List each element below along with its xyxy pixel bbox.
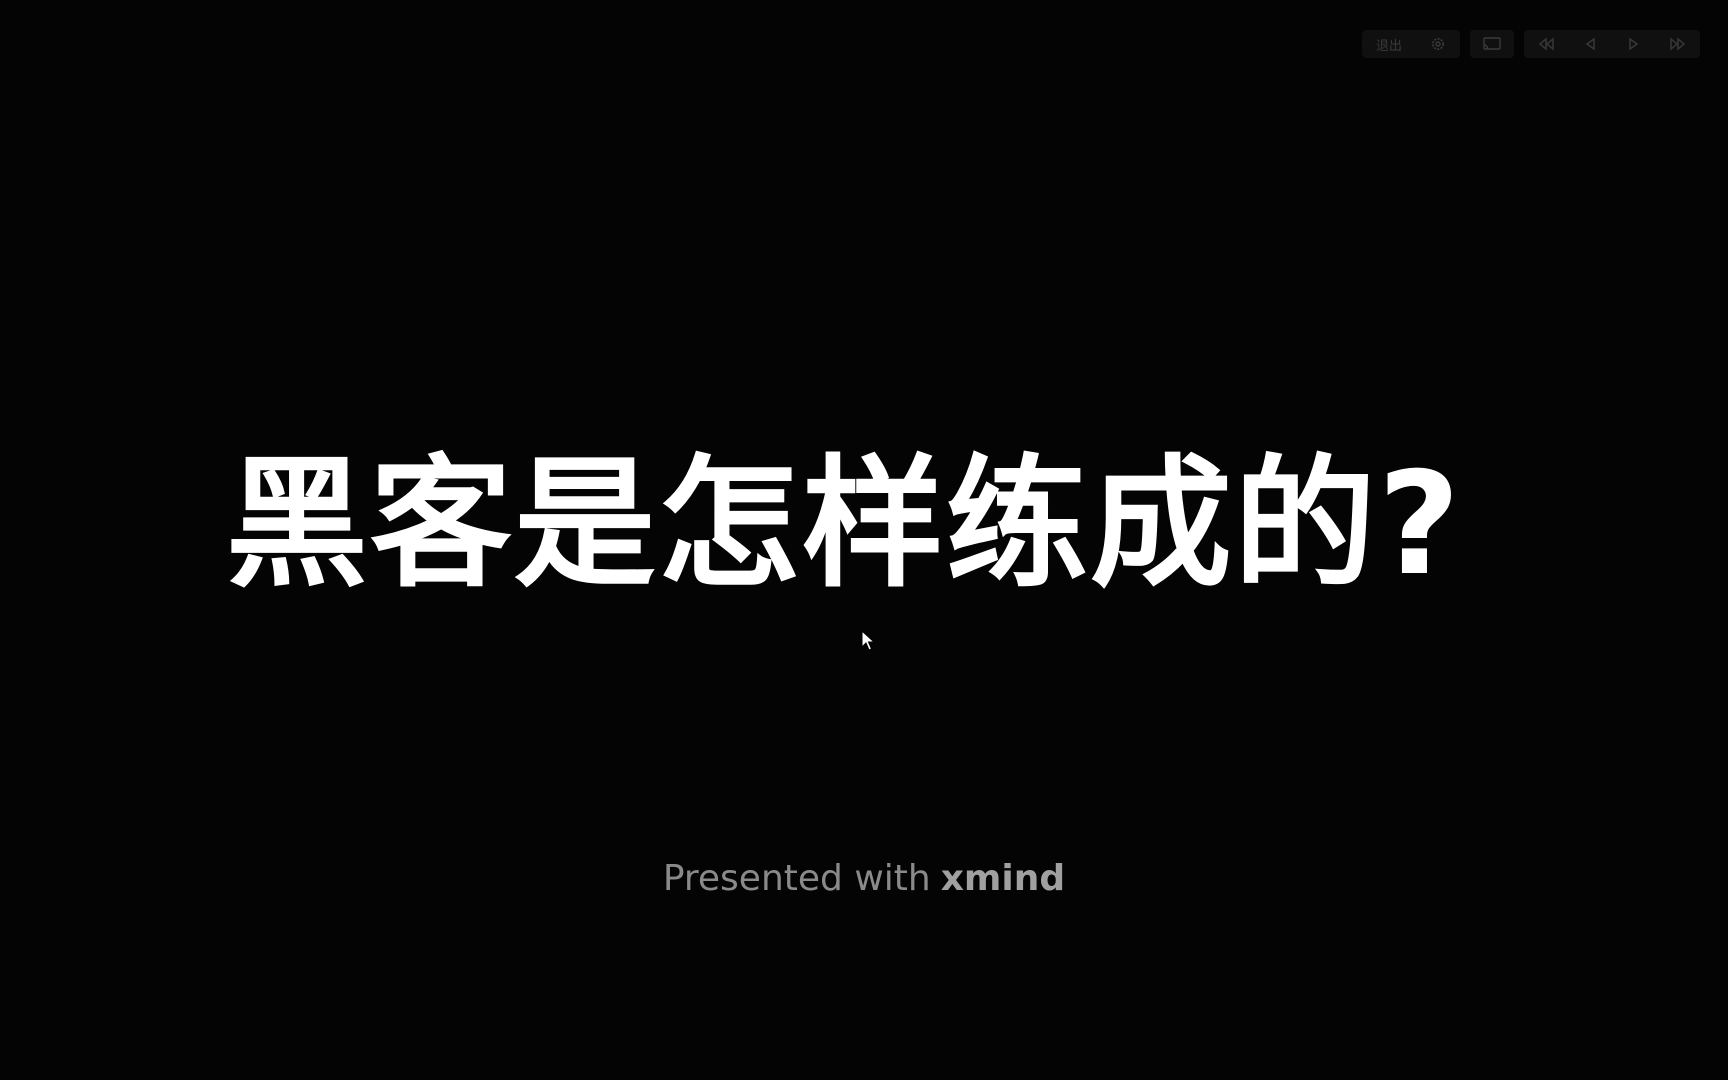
settings-button[interactable] (1416, 30, 1460, 58)
last-slide-button[interactable] (1656, 30, 1700, 58)
footer-prefix: Presented with (662, 858, 931, 899)
cast-screen-icon (1483, 37, 1501, 50)
xmind-brand: xmind (940, 858, 1066, 899)
slide-title: 黑客是怎样练成的? (225, 442, 1463, 607)
gear-icon (1432, 38, 1444, 50)
mouse-cursor-icon (861, 630, 875, 651)
next-slide-button[interactable] (1612, 30, 1656, 58)
presented-with-footer: Presented with xmind (0, 858, 1728, 899)
previous-slide-button[interactable] (1568, 30, 1612, 58)
toolbar-group-cast (1470, 30, 1514, 58)
cast-screen-button[interactable] (1470, 30, 1514, 58)
toolbar-group-settings: 退出 (1361, 30, 1460, 58)
previous-slide-icon (1585, 37, 1595, 51)
last-slide-icon (1670, 37, 1686, 51)
next-slide-icon (1629, 37, 1639, 51)
presentation-stage: 退出 黑客是怎样练成的? Presented with xmind (0, 0, 1728, 1080)
presentation-toolbar: 退出 (1361, 30, 1700, 58)
first-slide-icon (1538, 37, 1554, 51)
first-slide-button[interactable] (1524, 30, 1568, 58)
toolbar-group-navigation (1524, 30, 1700, 58)
exit-button[interactable]: 退出 (1362, 30, 1416, 58)
